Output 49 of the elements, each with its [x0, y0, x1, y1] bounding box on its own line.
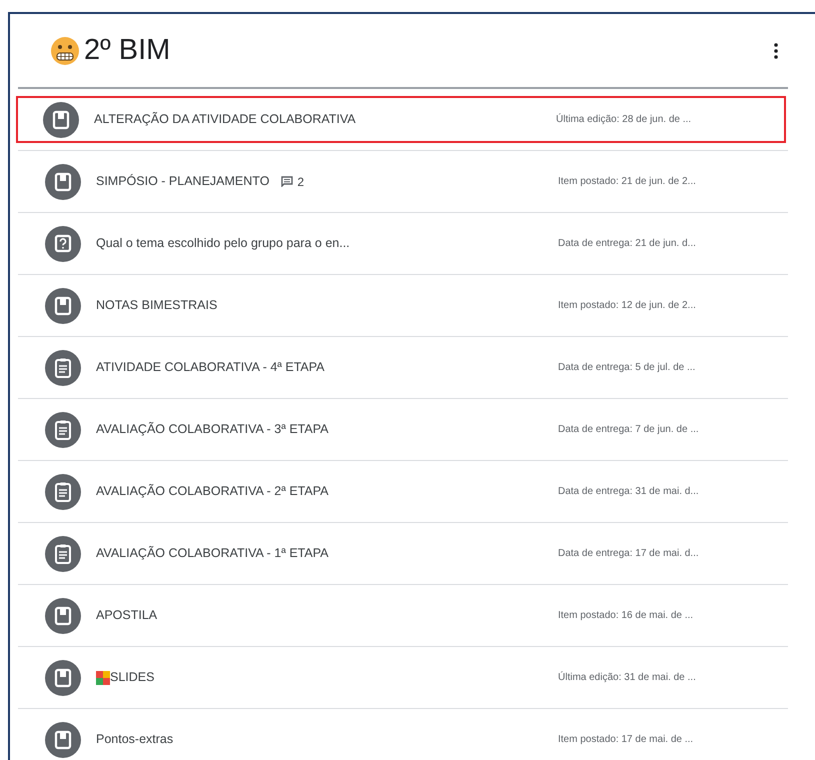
bookmark-page-icon — [45, 660, 81, 696]
clipboard-icon — [45, 350, 81, 386]
classwork-item[interactable]: Qual o tema escolhido pelo grupo para o en... Data de entrega: 21 de jun. d... — [18, 220, 788, 267]
item-date: Item postado: 21 de jun. de 2... — [558, 175, 696, 189]
item-date: Item postado: 16 de mai. de ... — [558, 609, 694, 623]
classwork-item[interactable]: AVALIAÇÃO COLABORATIVA - 1ª ETAPA Data de entrega: 17 de mai. d... — [18, 530, 788, 577]
item-date: Data de entrega: 31 de mai. d... — [558, 485, 699, 499]
kebab-menu-icon — [774, 42, 778, 58]
comment-icon — [281, 176, 294, 187]
classwork-item[interactable]: SLIDES Última edição: 31 de mai. de ... — [18, 654, 788, 701]
classwork-item[interactable]: ATIVIDADE COLABORATIVA - 4ª ETAPA Data de entrega: 5 de jul. de ... — [18, 344, 788, 391]
item-date: Última edição: 31 de mai. de ... — [558, 670, 696, 685]
item-title: AVALIAÇÃO COLABORATIVA - 3ª ETAPA — [96, 421, 328, 438]
classwork-item[interactable]: AVALIAÇÃO COLABORATIVA - 3ª ETAPA Data de entrega: 7 de jun. de ... — [18, 406, 788, 453]
question-page-icon — [45, 226, 81, 262]
classwork-item[interactable]: Pontos-extras Item postado: 17 de mai. de ... — [18, 716, 788, 760]
clipboard-icon — [45, 474, 81, 510]
item-date: Item postado: 17 de mai. de ... — [558, 733, 694, 747]
item-title: APOSTILA — [96, 607, 158, 624]
classwork-item[interactable]: APOSTILA Item postado: 16 de mai. de ... — [18, 592, 788, 639]
item-date: Data de entrega: 5 de jul. de ... — [558, 361, 696, 375]
item-title: ATIVIDADE COLABORATIVA - 4ª ETAPA — [96, 359, 325, 376]
item-title: Qual o tema escolhido pelo grupo para o en... — [96, 235, 350, 252]
item-title: ALTERAÇÃO DA ATIVIDADE COLABORATIVA — [94, 111, 356, 128]
grimacing-emoji-icon — [50, 36, 80, 66]
bookmark-page-icon — [45, 164, 81, 200]
item-title: AVALIAÇÃO COLABORATIVA - 1ª ETAPA — [96, 545, 328, 562]
item-date: Última edição: 28 de jun. de ... — [556, 112, 692, 127]
topic-title: 2º BIM — [84, 32, 170, 68]
item-date: Data de entrega: 17 de mai. d... — [558, 547, 699, 561]
item-date: Data de entrega: 7 de jun. de ... — [558, 423, 699, 437]
bookmark-page-icon — [45, 598, 81, 634]
item-title: AVALIAÇÃO COLABORATIVA - 2ª ETAPA — [96, 483, 328, 500]
bookmark-page-icon — [43, 102, 79, 138]
classwork-item[interactable]: ALTERAÇÃO DA ATIVIDADE COLABORATIVA Última edição: 28 de jun. de ... — [16, 96, 786, 143]
classwork-item[interactable]: NOTAS BIMESTRAIS Item postado: 12 de jun. de 2... — [18, 282, 788, 329]
classwork-item[interactable]: SIMPÓSIO - PLANEJAMENTO 2 Item postado: 21 de jun. de 2... — [18, 158, 788, 205]
item-title: Pontos-extras — [96, 731, 174, 748]
clipboard-icon — [45, 536, 81, 572]
item-date: Data de entrega: 21 de jun. d... — [558, 237, 696, 251]
item-title: SIMPÓSIO - PLANEJAMENTO — [96, 173, 270, 190]
item-title: SLIDES — [110, 669, 154, 686]
bookmark-page-icon — [45, 288, 81, 324]
bookmark-page-icon — [45, 722, 81, 758]
clipboard-icon — [45, 412, 81, 448]
classwork-item[interactable]: AVALIAÇÃO COLABORATIVA - 2ª ETAPA Data de entrega: 31 de mai. d... — [18, 468, 788, 515]
item-date: Item postado: 12 de jun. de 2... — [558, 299, 696, 313]
comment-count: 2 — [297, 174, 304, 190]
item-title: NOTAS BIMESTRAIS — [96, 297, 218, 314]
